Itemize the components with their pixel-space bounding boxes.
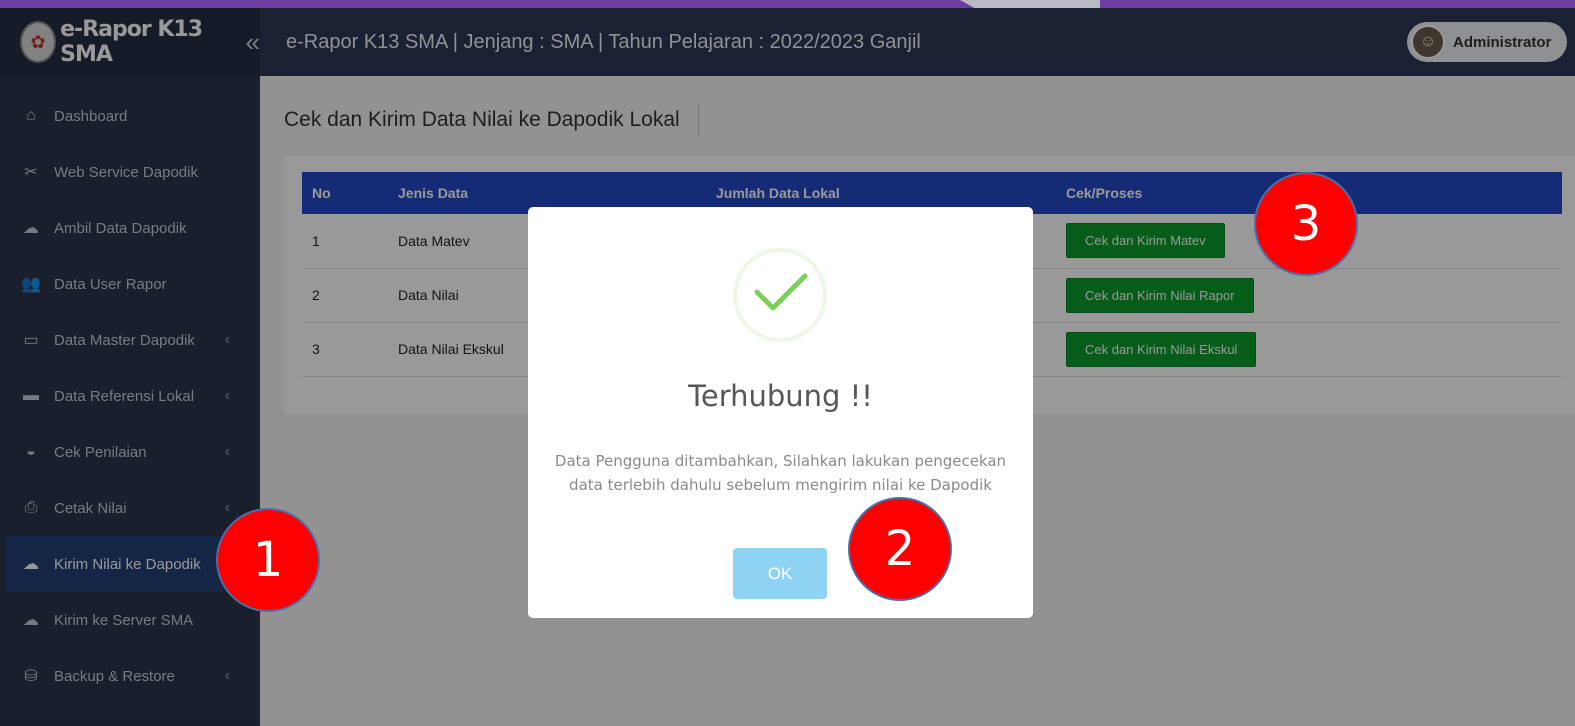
top-accent-strip [0, 0, 1575, 8]
success-dialog: Terhubung !! Data Pengguna ditambahkan, … [528, 207, 1033, 618]
step-marker-2: 2 [848, 497, 952, 601]
dialog-title: Terhubung !! [688, 379, 873, 413]
step-marker-1: 1 [216, 508, 320, 612]
dialog-message: Data Pengguna ditambahkan, Silahkan laku… [554, 452, 1007, 494]
success-check-icon [733, 248, 827, 342]
ok-button[interactable]: OK [733, 548, 827, 599]
step-marker-3: 3 [1254, 172, 1358, 276]
